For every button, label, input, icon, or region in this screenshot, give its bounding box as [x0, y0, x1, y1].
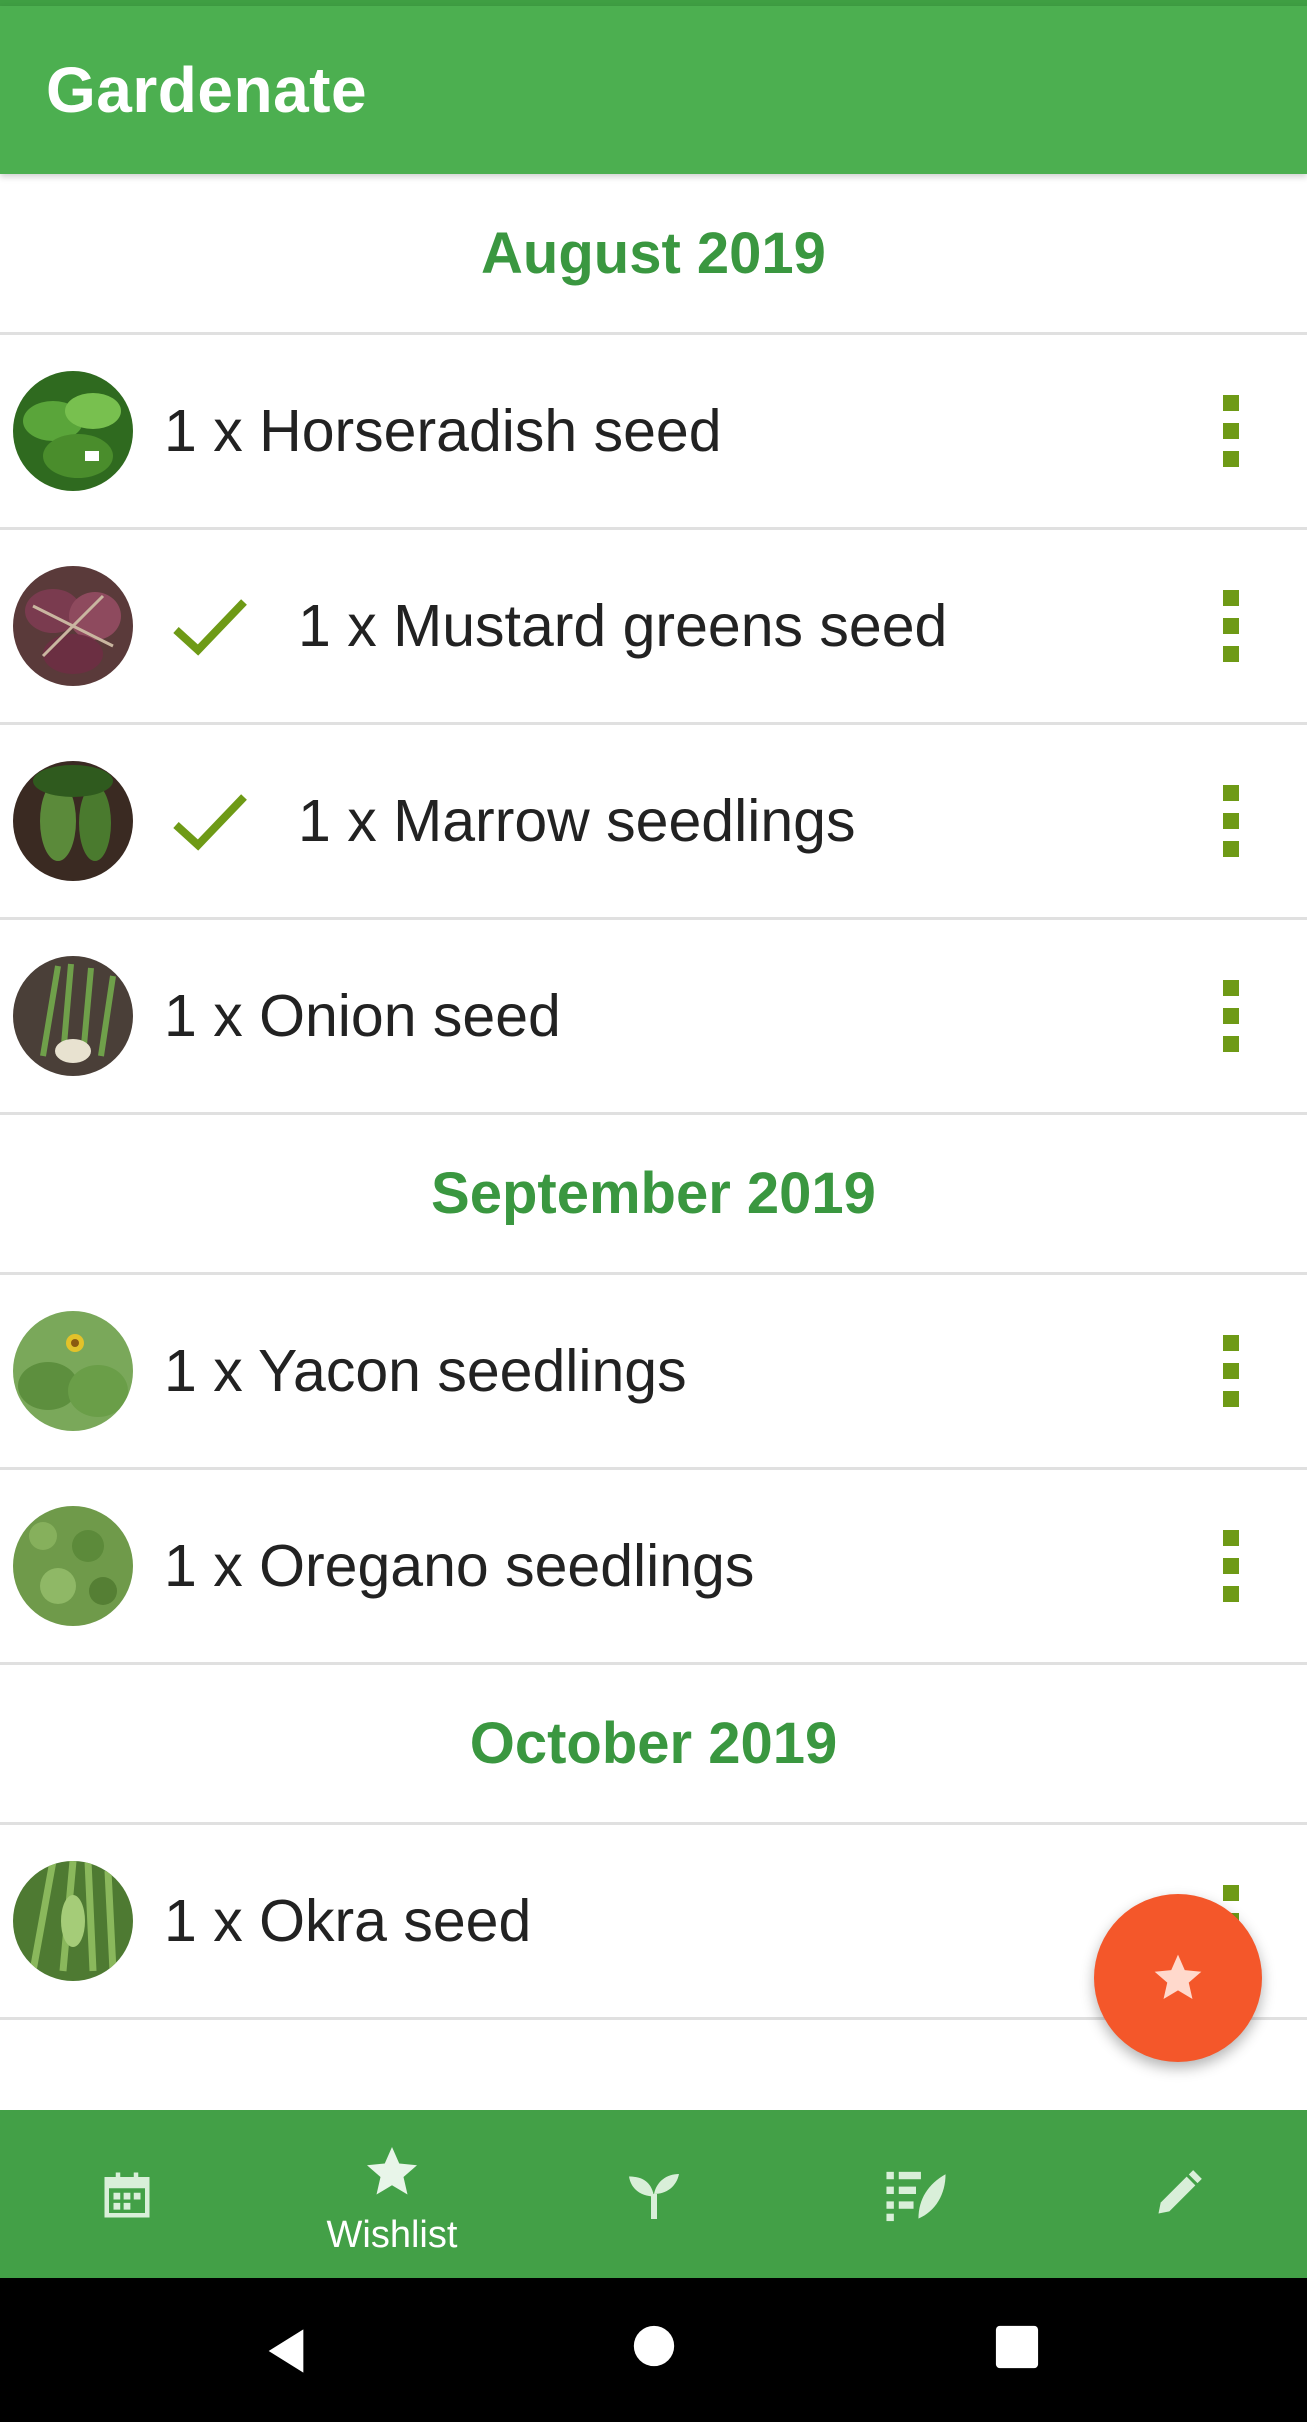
list-item[interactable]: 1 x Marrow seedlings — [0, 725, 1307, 920]
star-icon — [1154, 1954, 1202, 1999]
more-options-icon[interactable] — [1206, 395, 1256, 467]
plant-thumbnail-oregano — [13, 1506, 133, 1626]
plant-thumbnail-okra — [13, 1861, 133, 1981]
more-options-icon[interactable] — [1206, 590, 1256, 662]
check-icon — [173, 599, 247, 656]
more-options-icon[interactable] — [1206, 785, 1256, 857]
app-bar: Gardenate — [0, 6, 1307, 174]
add-to-wishlist-button[interactable] — [1094, 1894, 1262, 2062]
check-icon — [173, 794, 247, 851]
nav-wishlist-label: Wishlist — [326, 2214, 458, 2256]
more-options-icon[interactable] — [1206, 1335, 1256, 1407]
month-header: September 2019 — [0, 1115, 1307, 1275]
nav-wishlist[interactable]: Wishlist — [292, 2110, 492, 2278]
item-label: 1 x Yacon seedlings — [164, 1338, 687, 1404]
plant-list-icon — [886, 2171, 946, 2222]
list-item[interactable]: 1 x Onion seed — [0, 920, 1307, 1115]
more-options-icon[interactable] — [1206, 980, 1256, 1052]
home-icon[interactable] — [632, 2324, 676, 2368]
item-label: 1 x Horseradish seed — [164, 398, 722, 464]
plant-thumbnail-onion — [13, 956, 133, 1076]
item-label: 1 x Mustard greens seed — [298, 593, 948, 659]
bottom-navigation: Wishlist — [0, 2110, 1307, 2278]
nav-plants[interactable] — [554, 2110, 754, 2278]
nav-plant-list[interactable] — [816, 2110, 1016, 2278]
star-icon — [367, 2147, 417, 2195]
month-header: August 2019 — [0, 175, 1307, 335]
item-label: 1 x Onion seed — [164, 983, 561, 1049]
item-label: 1 x Marrow seedlings — [298, 788, 856, 854]
item-label: 1 x Oregano seedlings — [164, 1533, 755, 1599]
plant-thumbnail-marrow — [13, 761, 133, 881]
list-item[interactable]: 1 x Mustard greens seed — [0, 530, 1307, 725]
item-label: 1 x Okra seed — [164, 1888, 532, 1954]
nav-calendar[interactable] — [28, 2110, 228, 2278]
list-item[interactable]: 1 x Yacon seedlings — [0, 1275, 1307, 1470]
list-item[interactable]: 1 x Oregano seedlings — [0, 1470, 1307, 1665]
sprout-icon — [629, 2174, 679, 2219]
app-title: Gardenate — [46, 54, 368, 126]
plant-thumbnail-mustard-greens — [13, 566, 133, 686]
wishlist: August 2019 1 x Horseradish seed 1 x Mus… — [0, 175, 1307, 2020]
more-options-icon[interactable] — [1206, 1530, 1256, 1602]
pencil-icon — [1158, 2170, 1202, 2214]
plant-thumbnail-yacon — [13, 1311, 133, 1431]
calendar-icon — [104, 2172, 150, 2218]
system-navigation-bar — [0, 2278, 1307, 2422]
nav-notes[interactable] — [1078, 2110, 1278, 2278]
recents-icon[interactable] — [994, 2324, 1040, 2370]
plant-thumbnail-horseradish — [13, 371, 133, 491]
back-icon[interactable] — [260, 2324, 312, 2378]
list-item[interactable]: 1 x Horseradish seed — [0, 335, 1307, 530]
month-header: October 2019 — [0, 1665, 1307, 1825]
